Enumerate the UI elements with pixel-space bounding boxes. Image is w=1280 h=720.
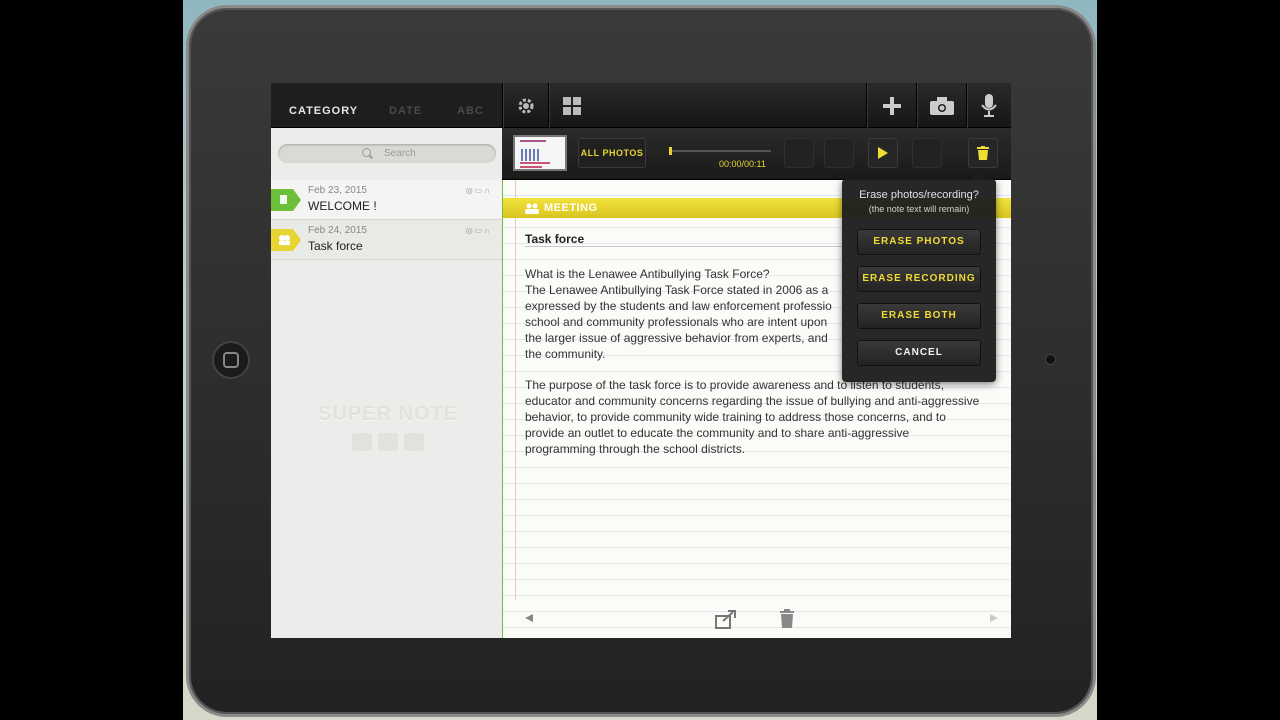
play-button[interactable] (868, 138, 898, 168)
letterbox-left (0, 0, 183, 720)
note-attachment-icons: ◎▭∩ (465, 226, 492, 235)
grid-icon (562, 96, 581, 115)
note-date: Feb 23, 2015 (308, 185, 367, 196)
trash-icon (977, 146, 989, 160)
app-watermark-logo: SUPER NOTE (317, 403, 459, 425)
forward-button[interactable] (912, 138, 942, 168)
back-button[interactable] (824, 138, 854, 168)
front-camera (1046, 355, 1055, 364)
cancel-button[interactable]: CANCEL (857, 340, 981, 366)
audio-progress-handle[interactable] (669, 147, 672, 155)
note-margin-line (515, 180, 516, 600)
camera-button[interactable] (916, 83, 966, 128)
note-paragraph[interactable]: The purpose of the task force is to prov… (525, 377, 1003, 457)
rewind-button[interactable] (784, 138, 814, 168)
people-icon (525, 203, 539, 214)
erase-recording-button[interactable]: ERASE RECORDING (857, 266, 981, 292)
audio-progress-bar[interactable] (669, 147, 771, 155)
letterbox-right (1097, 0, 1280, 720)
settings-button[interactable] (502, 83, 548, 128)
home-square-icon (223, 352, 239, 368)
note-footer (503, 600, 1011, 638)
audio-time-readout: 00:00/00:11 (719, 159, 766, 169)
microphone-button[interactable] (966, 83, 1011, 128)
tab-category[interactable]: CATEGORY (289, 105, 358, 117)
delete-note-trash-icon[interactable] (779, 609, 795, 629)
note-title: WELCOME ! (308, 199, 377, 213)
media-bar: ALL PHOTOS 00:00/00:11 (502, 128, 1011, 180)
next-note-arrow-icon[interactable] (990, 614, 998, 622)
note-title[interactable]: Task force (525, 232, 584, 246)
search-input[interactable]: Search (278, 144, 496, 163)
note-title: Task force (308, 239, 363, 253)
main-toolbar (502, 83, 1011, 128)
microphone-icon (981, 93, 997, 117)
yellow-note-tag-icon (271, 229, 301, 251)
gear-icon (518, 98, 533, 113)
note-list-item-welcome[interactable]: Feb 23, 2015 WELCOME ! ◎▭∩ (271, 180, 502, 220)
green-note-tag-icon (271, 189, 301, 211)
home-button[interactable] (212, 341, 250, 379)
all-photos-button[interactable]: ALL PHOTOS (578, 138, 646, 168)
search-placeholder: Search (384, 148, 416, 159)
note-attachment-icons: ◎▭∩ (465, 186, 492, 195)
popover-question: Erase photos/recording? (859, 189, 979, 201)
note-list-item-task-force[interactable]: Feb 24, 2015 Task force ◎▭∩ (271, 220, 502, 260)
grid-view-button[interactable] (548, 83, 594, 128)
popover-arrow (972, 172, 986, 179)
note-date: Feb 24, 2015 (308, 225, 367, 236)
share-icon[interactable] (715, 609, 737, 629)
tab-date[interactable]: DATE (389, 105, 422, 117)
search-icon (362, 148, 371, 157)
erase-media-button[interactable] (968, 138, 998, 168)
popover-subtitle: (the note text will remain) (868, 204, 970, 214)
plus-icon (882, 96, 901, 115)
photo-thumbnail[interactable] (513, 135, 567, 171)
notes-list-pane: CATEGORY DATE ABC Search Feb 23, 2015 WE… (271, 83, 502, 638)
add-note-button[interactable] (866, 83, 916, 128)
play-icon (878, 147, 888, 159)
category-label: MEETING (544, 202, 598, 214)
tab-abc[interactable]: ABC (457, 105, 484, 117)
erase-both-button[interactable]: ERASE BOTH (857, 303, 981, 329)
sort-bar: CATEGORY DATE ABC (271, 83, 502, 128)
erase-photos-button[interactable]: ERASE PHOTOS (857, 229, 981, 255)
previous-note-arrow-icon[interactable] (525, 614, 533, 622)
watermark-icons (343, 433, 433, 453)
erase-media-popover: Erase photos/recording? (the note text w… (842, 172, 996, 382)
app-screen: CATEGORY DATE ABC Search Feb 23, 2015 WE… (271, 83, 1011, 638)
camera-icon (929, 96, 954, 115)
